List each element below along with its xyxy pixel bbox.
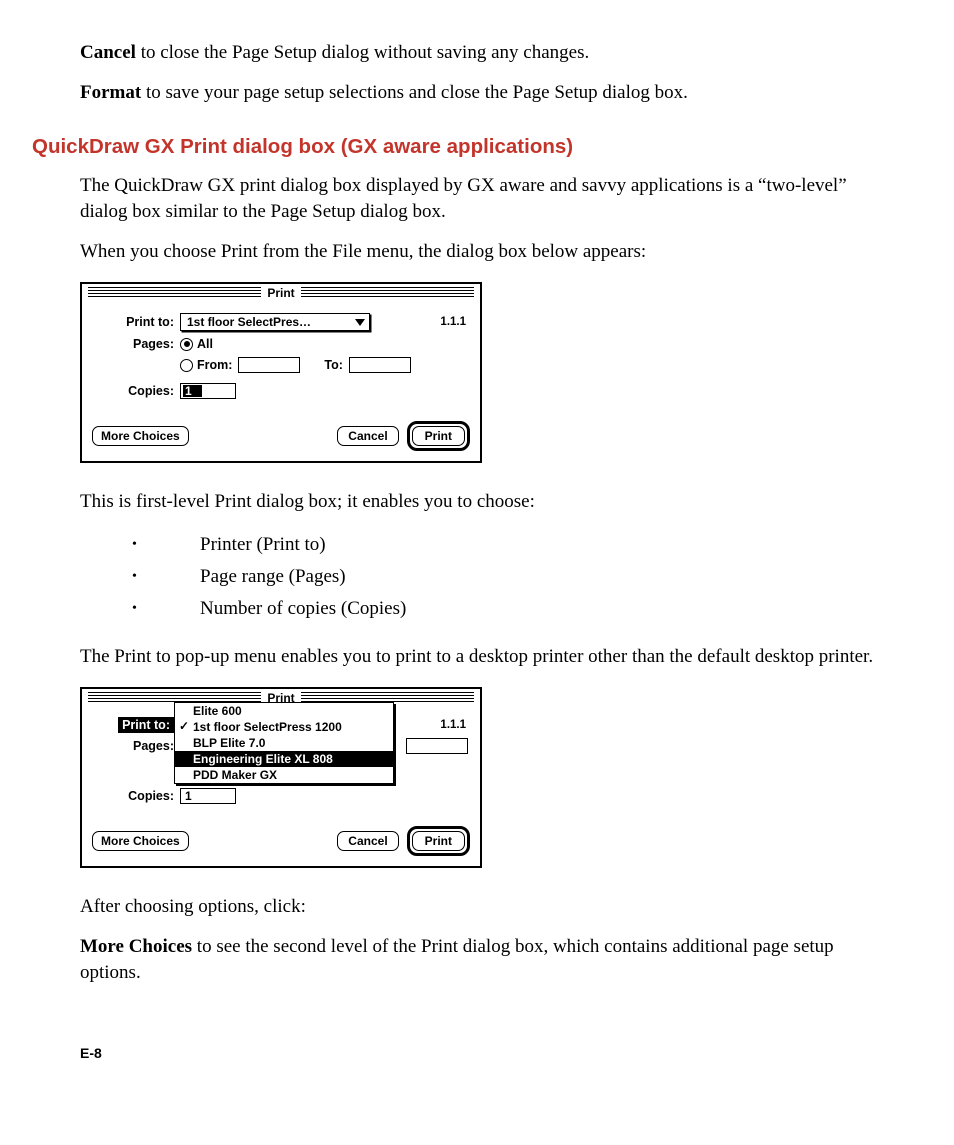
more-choices-label: More Choices [80, 936, 192, 957]
radio-on-icon [180, 338, 193, 351]
paragraph-2: When you choose Print from the File menu… [80, 239, 884, 265]
to-field[interactable] [349, 357, 411, 373]
copies-label: Copies: [92, 789, 180, 803]
page-number: E-8 [80, 1045, 884, 1061]
dropdown-icon [355, 319, 365, 326]
radio-all[interactable]: All [180, 337, 213, 351]
section-heading: QuickDraw GX Print dialog box (GX aware … [32, 135, 884, 159]
list-item: Number of copies (Copies) [80, 593, 884, 625]
cancel-button[interactable]: Cancel [337, 831, 398, 851]
version-label: 1.1.1 [440, 719, 470, 731]
menu-item[interactable]: PDD Maker GX [175, 767, 393, 783]
cancel-paragraph: Cancel to close the Page Setup dialog wi… [80, 40, 884, 66]
bullet-list: Printer (Print to) Page range (Pages) Nu… [80, 529, 884, 626]
print-button-frame: Print [407, 826, 470, 856]
radio-off-icon [180, 359, 193, 372]
more-choices-paragraph: More Choices to see the second level of … [80, 934, 884, 985]
to-label: To: [324, 358, 343, 372]
menu-item[interactable]: BLP Elite 7.0 [175, 735, 393, 751]
copies-value: 1 [185, 789, 192, 803]
copies-value: 1 [183, 385, 202, 397]
more-choices-button[interactable]: More Choices [92, 831, 189, 851]
cancel-label: Cancel [80, 42, 136, 63]
print-to-menu[interactable]: Elite 600 1st floor SelectPress 1200 BLP… [174, 702, 394, 784]
radio-from-label: From: [197, 358, 232, 372]
print-button[interactable]: Print [412, 426, 465, 446]
print-to-value: 1st floor SelectPres… [187, 315, 311, 329]
print-button[interactable]: Print [412, 831, 465, 851]
radio-from[interactable]: From: [180, 358, 232, 372]
print-to-popup[interactable]: 1st floor SelectPres… [180, 313, 370, 331]
pages-label: Pages: [92, 739, 180, 753]
copies-field[interactable]: 1 [180, 788, 236, 804]
print-dialog-2: Print Print to: 1.1.1 Elite 600 1st floo… [80, 687, 482, 868]
list-item: Printer (Print to) [80, 529, 884, 561]
more-choices-text: to see the second level of the Print dia… [80, 936, 834, 983]
copies-label: Copies: [92, 384, 180, 398]
radio-all-label: All [197, 337, 213, 351]
print-dialog-1: Print Print to: 1st floor SelectPres… 1.… [80, 282, 482, 463]
cancel-button[interactable]: Cancel [337, 426, 398, 446]
to-field[interactable] [406, 738, 468, 754]
format-label: Format [80, 82, 141, 103]
copies-field[interactable]: 1 [180, 383, 236, 399]
menu-item-checked[interactable]: 1st floor SelectPress 1200 [175, 719, 393, 735]
print-to-label-inverse: Print to: [92, 718, 180, 732]
menu-item[interactable]: Elite 600 [175, 703, 393, 719]
dialog-title: Print [261, 286, 300, 300]
print-to-label: Print to: [92, 315, 180, 329]
dialog-titlebar: Print [82, 284, 480, 301]
more-choices-button[interactable]: More Choices [92, 426, 189, 446]
list-item: Page range (Pages) [80, 561, 884, 593]
version-label: 1.1.1 [440, 316, 470, 328]
cancel-text: to close the Page Setup dialog without s… [136, 42, 589, 63]
pages-label: Pages: [92, 337, 180, 351]
format-paragraph: Format to save your page setup selection… [80, 80, 884, 106]
paragraph-1: The QuickDraw GX print dialog box displa… [80, 173, 884, 224]
from-field[interactable] [238, 357, 300, 373]
print-button-frame: Print [407, 421, 470, 451]
paragraph-4: The Print to pop-up menu enables you to … [80, 644, 884, 670]
paragraph-5: After choosing options, click: [80, 894, 884, 920]
paragraph-3: This is first-level Print dialog box; it… [80, 489, 884, 515]
menu-item-highlighted[interactable]: Engineering Elite XL 808 [175, 751, 393, 767]
format-text: to save your page setup selections and c… [141, 82, 688, 103]
